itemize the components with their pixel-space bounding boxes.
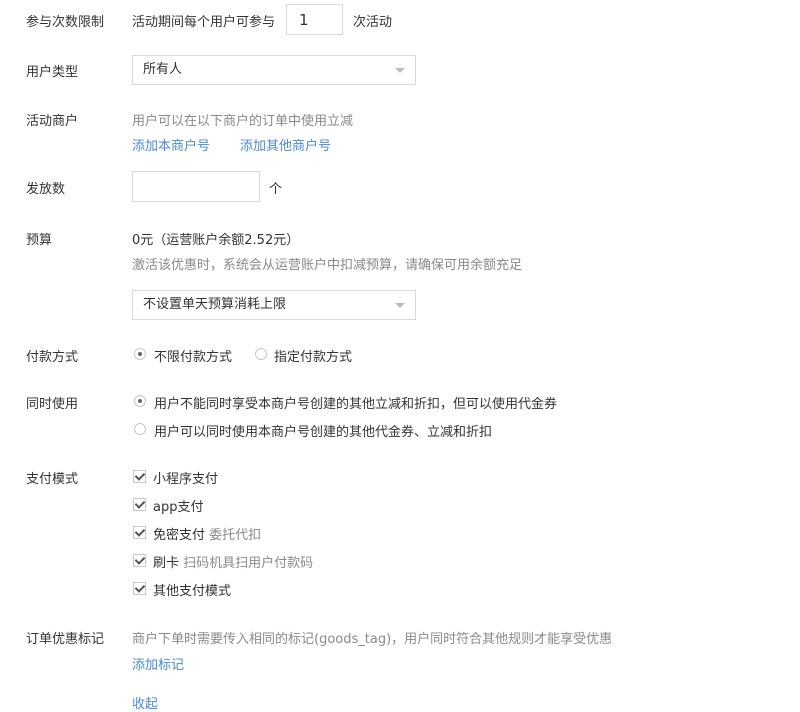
pay-mode-checkbox-card[interactable]: [133, 554, 146, 567]
pay-mode-item-note: 委托代扣: [209, 528, 262, 543]
concurrent-use-option-combinable[interactable]: 用户可以同时使用本商户号创建的其他代金券、立减和折扣: [154, 421, 492, 440]
collapse-link[interactable]: 收起: [132, 693, 158, 712]
payment-method-option-unlimited[interactable]: 不限付款方式: [154, 346, 232, 365]
pay-mode-item-label: 小程序支付: [153, 472, 219, 487]
quantity-unit: 个: [269, 182, 283, 197]
pay-mode-item: 小程序支付: [153, 468, 218, 487]
payment-method-label: 付款方式: [26, 350, 79, 365]
user-type-label: 用户类型: [26, 65, 79, 80]
concurrent-use-option-exclusive[interactable]: 用户不能同时享受本商户号创建的其他立减和折扣，但可以使用代金券: [154, 393, 557, 412]
pay-mode-item: 其他支付模式: [153, 580, 231, 599]
order-tag-hint: 商户下单时需要传入相同的标记(goods_tag)，用户同时符合其他规则才能享受…: [132, 632, 613, 647]
pay-mode-item-label: 其他支付模式: [153, 584, 232, 599]
daily-budget-limit-selected: 不设置单天预算消耗上限: [143, 297, 287, 312]
pay-mode-item: 刷卡 扫码机具扫用户付款码: [153, 552, 313, 571]
daily-budget-limit-select[interactable]: 不设置单天预算消耗上限: [132, 290, 416, 320]
pay-mode-item-label: 免密支付: [153, 528, 206, 543]
quantity-input[interactable]: [132, 171, 260, 202]
pay-mode-item-label: 刷卡: [153, 556, 180, 571]
budget-label: 预算: [26, 233, 53, 248]
pay-mode-checkbox-passwordless[interactable]: [133, 526, 146, 539]
pay-mode-checkbox-other[interactable]: [133, 582, 146, 595]
chevron-down-icon: [395, 303, 405, 308]
concurrent-use-radio-combinable[interactable]: [134, 423, 146, 435]
concurrent-use-label: 同时使用: [26, 397, 79, 412]
user-type-select[interactable]: 所有人: [132, 55, 416, 85]
add-own-merchant-link[interactable]: 添加本商户号: [132, 135, 210, 154]
pay-mode-label: 支付模式: [26, 472, 79, 487]
pay-mode-item: 免密支付 委托代扣: [153, 524, 261, 543]
pay-mode-item-label: app支付: [153, 500, 204, 515]
add-other-merchant-link[interactable]: 添加其他商户号: [240, 135, 331, 154]
quantity-label: 发放数: [26, 182, 66, 197]
payment-method-radio-unlimited[interactable]: [134, 348, 146, 360]
payment-method-option-specified[interactable]: 指定付款方式: [274, 346, 352, 365]
order-tag-label: 订单优惠标记: [26, 632, 105, 647]
budget-hint: 激活该优惠时，系统会从运营账户中扣减预算，请确保可用余额充足: [132, 258, 523, 273]
participation-count-input[interactable]: 1: [286, 4, 343, 35]
user-type-selected: 所有人: [143, 62, 183, 77]
pay-mode-item: app支付: [153, 496, 203, 515]
pay-mode-checkbox-app[interactable]: [133, 498, 146, 511]
participation-prefix: 活动期间每个用户可参与: [132, 15, 276, 30]
merchants-hint: 用户可以在以下商户的订单中使用立减: [132, 114, 354, 129]
payment-method-radio-specified[interactable]: [255, 348, 267, 360]
add-order-tag-link[interactable]: 添加标记: [132, 654, 184, 673]
pay-mode-item-note: 扫码机具扫用户付款码: [183, 556, 314, 571]
merchants-label: 活动商户: [26, 114, 79, 129]
chevron-down-icon: [395, 68, 405, 73]
pay-mode-checkbox-miniprogram[interactable]: [133, 470, 146, 483]
concurrent-use-radio-exclusive[interactable]: [134, 395, 146, 407]
participation-suffix: 次活动: [353, 15, 393, 30]
budget-amount: 0元（运营账户余额2.52元）: [132, 233, 300, 248]
participation-label: 参与次数限制: [26, 15, 105, 30]
